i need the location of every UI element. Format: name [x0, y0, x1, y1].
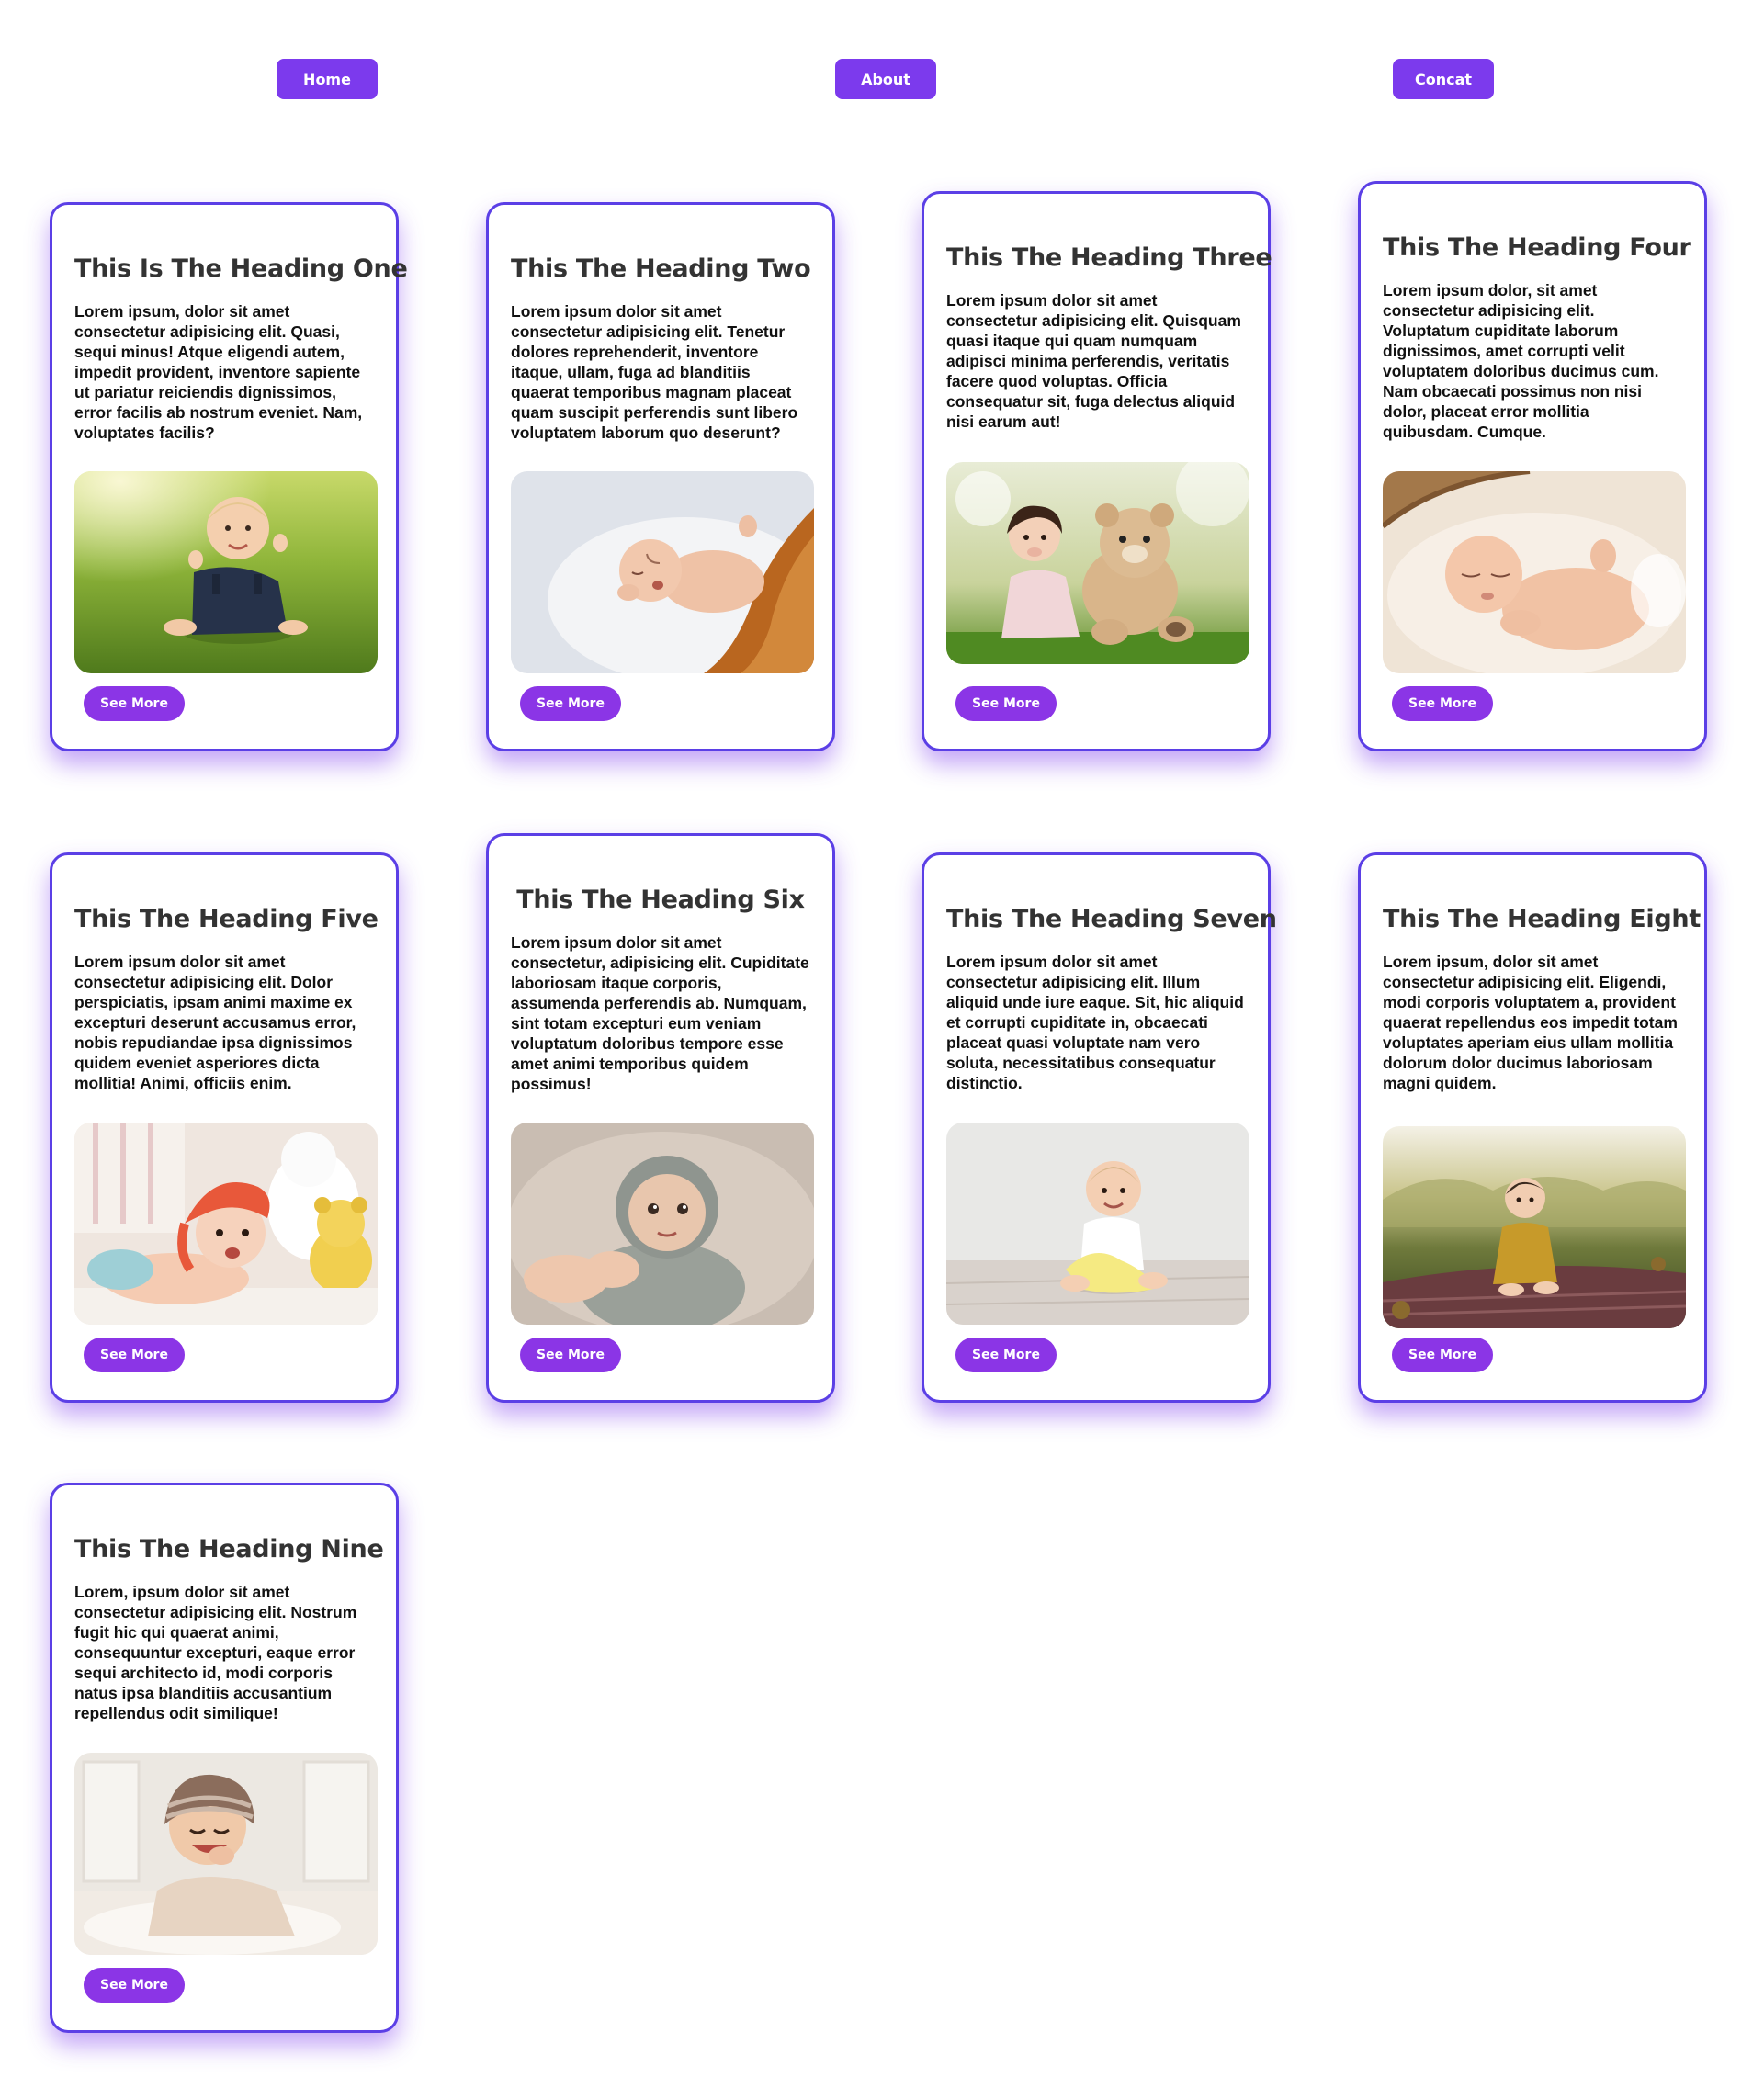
card-heading-seven: This The Heading Seven Lorem ipsum dolor… [922, 852, 1277, 1403]
card-text: Lorem ipsum, dolor sit amet consectetur … [1383, 953, 1678, 1092]
card-heading-one: This Is The Heading One Lorem ipsum, dol… [50, 202, 408, 751]
see-more-button[interactable]: See More [956, 1338, 1057, 1372]
card-text: Lorem ipsum dolor, sit amet consectetur … [1383, 281, 1659, 441]
card-heading: This The Heading Two [511, 254, 811, 283]
about-button[interactable]: About [835, 59, 936, 99]
card-heading: This The Heading Nine [74, 1535, 384, 1563]
card-heading-three: This The Heading Three Lorem ipsum dolor… [922, 191, 1272, 751]
card-heading-nine: This The Heading Nine Lorem, ipsum dolor… [50, 1483, 399, 2033]
card-photo-baby-in-knit-hood [511, 1123, 814, 1325]
see-more-button[interactable]: See More [956, 686, 1057, 721]
card-heading-four: This The Heading Four Lorem ipsum dolor,… [1358, 181, 1707, 751]
card-text: Lorem ipsum, dolor sit amet consectetur … [74, 302, 363, 442]
see-more-button[interactable]: See More [520, 686, 621, 721]
card-text: Lorem ipsum dolor sit amet consectetur a… [74, 953, 356, 1092]
see-more-button[interactable]: See More [84, 686, 185, 721]
card-photo-smiling-baby-in-beanie [74, 1753, 378, 1955]
card-heading-five: This The Heading Five Lorem ipsum dolor … [50, 852, 399, 1403]
see-more-button[interactable]: See More [1392, 1338, 1493, 1372]
card-heading: This The Heading Five [74, 905, 379, 933]
see-more-button[interactable]: See More [520, 1338, 621, 1372]
card-text: Lorem ipsum dolor sit amet consectetur a… [511, 302, 798, 442]
card-heading-six: This The Heading Six Lorem ipsum dolor s… [486, 833, 835, 1403]
see-more-button[interactable]: See More [1392, 686, 1493, 721]
card-text: Lorem ipsum dolor sit amet consectetur a… [946, 953, 1244, 1092]
card-photo-baby-with-headscarf [74, 1123, 378, 1325]
card-photo-baby-on-picnic-blanket [1383, 1126, 1686, 1328]
card-heading: This The Heading Seven [946, 905, 1277, 933]
card-heading: This The Heading Six [516, 886, 805, 914]
contact-button[interactable]: Concat [1393, 59, 1494, 99]
card-heading: This The Heading Eight [1383, 905, 1701, 933]
card-heading-two: This The Heading Two Lorem ipsum dolor s… [486, 202, 835, 751]
card-photo-baby-on-grass [74, 471, 378, 673]
card-text: Lorem ipsum dolor sit amet consectetur, … [511, 933, 809, 1093]
card-photo-baby-on-floor [946, 1123, 1250, 1325]
card-heading: This Is The Heading One [74, 254, 408, 283]
home-button[interactable]: Home [277, 59, 378, 99]
card-photo-newborn-in-basket [1383, 471, 1686, 673]
card-text: Lorem, ipsum dolor sit amet consectetur … [74, 1583, 357, 1722]
card-text: Lorem ipsum dolor sit amet consectetur a… [946, 291, 1241, 431]
see-more-button[interactable]: See More [84, 1968, 185, 2003]
see-more-button[interactable]: See More [84, 1338, 185, 1372]
card-heading: This The Heading Four [1383, 233, 1691, 262]
card-photo-newborn-sleeping [511, 471, 814, 673]
card-heading-eight: This The Heading Eight Lorem ipsum, dolo… [1358, 852, 1707, 1403]
card-heading: This The Heading Three [946, 243, 1272, 272]
card-photo-girl-with-teddy [946, 462, 1250, 664]
